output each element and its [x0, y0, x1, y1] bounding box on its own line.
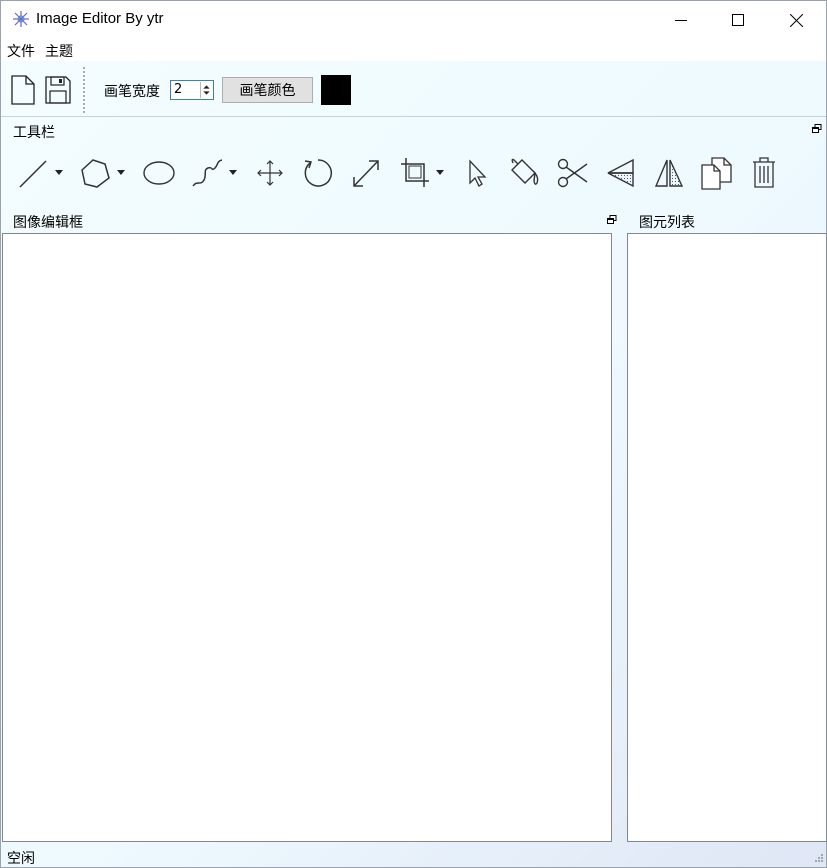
fill-bucket-icon[interactable]	[508, 156, 542, 190]
flip-horizontal-icon[interactable]	[605, 156, 637, 190]
ellipse-tool-icon[interactable]	[142, 156, 176, 190]
trash-icon[interactable]	[751, 156, 777, 190]
pen-color-swatch[interactable]	[321, 75, 351, 105]
menu-theme[interactable]: 主题	[44, 41, 74, 61]
window-title: Image Editor By ytr	[36, 10, 164, 27]
rotate-tool-icon[interactable]	[301, 156, 335, 190]
line-tool-icon[interactable]	[17, 156, 67, 190]
primitive-list-title: 图元列表	[639, 215, 695, 231]
pen-toolbar: 画笔宽度 2 画笔颜色	[1, 61, 826, 117]
tools-panel-title: 工具栏	[13, 125, 55, 141]
move-tool-icon[interactable]	[256, 156, 284, 190]
pen-width-spinbox[interactable]: 2	[170, 80, 214, 100]
minimize-button[interactable]	[658, 1, 704, 39]
app-window: Image Editor By ytr 文件 主题 画笔宽度 2 画笔颜色 工具…	[0, 0, 827, 868]
editor-panel-title: 图像编辑框	[13, 215, 83, 231]
pen-color-button[interactable]: 画笔颜色	[222, 77, 313, 103]
status-text: 空闲	[7, 851, 35, 867]
pen-width-label: 画笔宽度	[104, 84, 160, 100]
pen-width-value[interactable]: 2	[174, 82, 182, 97]
new-file-icon[interactable]	[9, 75, 37, 105]
curve-tool-icon[interactable]	[191, 156, 241, 190]
minimize-icon	[675, 20, 687, 21]
app-icon	[13, 11, 29, 27]
size-grip-icon[interactable]	[812, 853, 824, 865]
toolbar-grip[interactable]	[83, 67, 86, 113]
float-dock-icon[interactable]	[607, 215, 617, 225]
menu-bar: 文件 主题	[1, 39, 826, 61]
select-tool-icon[interactable]	[465, 156, 489, 190]
status-bar: 空闲	[1, 845, 826, 867]
menu-file[interactable]: 文件	[6, 41, 36, 61]
primitive-list[interactable]	[627, 233, 827, 842]
scissors-icon[interactable]	[555, 156, 589, 190]
maximize-button[interactable]	[715, 1, 761, 39]
flip-vertical-icon[interactable]	[653, 156, 685, 190]
copy-icon[interactable]	[700, 156, 734, 190]
float-dock-icon[interactable]	[812, 124, 822, 134]
maximize-icon	[732, 14, 744, 26]
scale-tool-icon[interactable]	[351, 156, 381, 190]
tools-row	[1, 142, 826, 208]
crop-tool-icon[interactable]	[399, 156, 449, 190]
spin-arrows-icon[interactable]	[200, 82, 212, 98]
save-icon[interactable]	[44, 75, 72, 105]
title-bar: Image Editor By ytr	[1, 1, 826, 39]
close-icon	[789, 13, 803, 27]
image-edit-canvas[interactable]	[2, 233, 612, 842]
close-button[interactable]	[773, 1, 819, 39]
polygon-tool-icon[interactable]	[79, 156, 131, 190]
